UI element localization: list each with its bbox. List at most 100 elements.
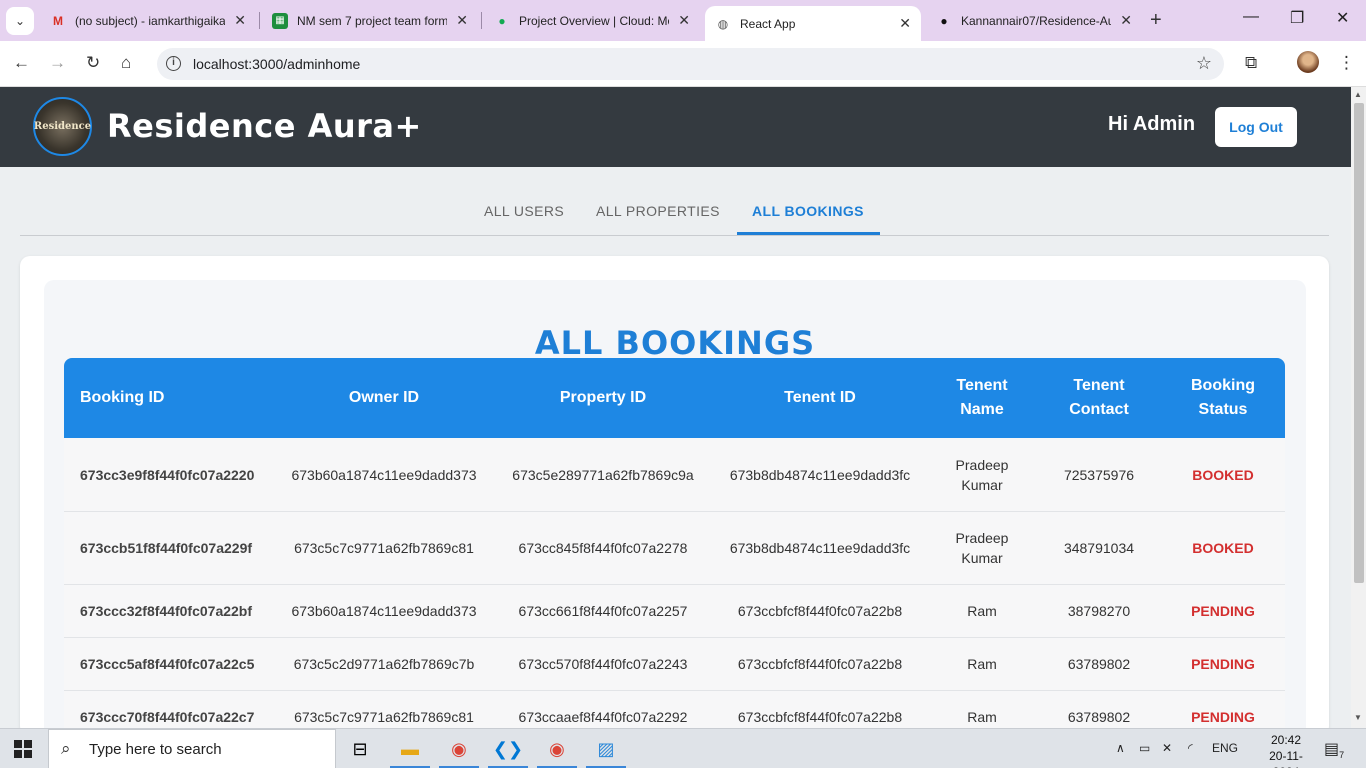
cell-tenent-id: 673ccbfcf8f44f0fc07a22b8 bbox=[737, 656, 903, 672]
cell-owner-id: 673b60a1874c11ee9dadd373 bbox=[291, 603, 477, 619]
table-row: 673ccc32f8f44f0fc07a22bf 673b60a1874c11e… bbox=[64, 585, 1285, 638]
tray-chevron-icon[interactable]: ∧ bbox=[1116, 741, 1125, 755]
cell-tenent-contact: 348791034 bbox=[1063, 540, 1135, 556]
cell-property-id: 673c5e289771a62fb7869c9a bbox=[512, 466, 694, 483]
cell-booking-id: 673ccc32f8f44f0fc07a22bf bbox=[80, 603, 253, 619]
forward-arrow-icon[interactable]: → bbox=[49, 53, 66, 73]
windows-start-icon[interactable] bbox=[14, 740, 32, 758]
task-view-icon[interactable]: ⊟ bbox=[346, 735, 374, 763]
tab-divider bbox=[481, 12, 482, 29]
search-icon: ⌕ bbox=[61, 739, 71, 758]
volume-mute-icon[interactable]: ✕ bbox=[1162, 741, 1172, 755]
menu-kebab-icon[interactable]: ⋮ bbox=[1338, 53, 1355, 73]
address-bar[interactable]: i localhost:3000/adminhome ☆ bbox=[157, 48, 1224, 80]
search-placeholder: Type here to search bbox=[89, 741, 222, 758]
notification-count: 7 bbox=[1339, 750, 1345, 761]
language-indicator[interactable]: ENG bbox=[1212, 741, 1238, 755]
tab-all-properties[interactable]: ALL PROPERTIES bbox=[596, 203, 720, 219]
home-icon[interactable]: ⌂ bbox=[121, 53, 131, 73]
wifi-icon[interactable]: ◜ bbox=[1188, 741, 1193, 755]
scroll-down-icon[interactable]: ▼ bbox=[1354, 713, 1362, 722]
column-header-owner-id: Owner ID bbox=[348, 389, 420, 406]
restore-icon[interactable]: ❐ bbox=[1290, 8, 1304, 28]
close-tab-icon[interactable]: ✕ bbox=[678, 12, 690, 29]
close-tab-icon[interactable]: ✕ bbox=[899, 15, 911, 32]
gmail-icon: M bbox=[53, 13, 63, 28]
page-scrollbar[interactable]: ▲ ▼ bbox=[1351, 87, 1366, 728]
close-tab-icon[interactable]: ✕ bbox=[234, 12, 246, 29]
tab-title: Project Overview | Cloud: Mo bbox=[519, 13, 669, 28]
back-arrow-icon[interactable]: ← bbox=[13, 53, 30, 73]
logo-text: Residence bbox=[33, 121, 92, 132]
sheets-icon: ▦ bbox=[272, 12, 288, 29]
tab-all-users[interactable]: ALL USERS bbox=[484, 203, 564, 219]
taskbar-search-box[interactable]: ⌕ Type here to search bbox=[48, 729, 336, 768]
clock-date: 20-11-2024 bbox=[1269, 749, 1303, 768]
file-explorer-icon[interactable]: ▬ bbox=[390, 735, 430, 768]
active-tab-indicator bbox=[737, 232, 880, 235]
cell-owner-id: 673c5c7c9771a62fb7869c81 bbox=[294, 540, 474, 556]
bookings-panel: ALL BOOKINGS Booking ID Owner ID Propert… bbox=[44, 280, 1306, 750]
url-text[interactable]: localhost:3000/adminhome bbox=[193, 56, 360, 72]
browser-tab-gmail[interactable]: M (no subject) - iamkarthigaika ✕ bbox=[40, 6, 256, 35]
column-header-tenent-name: Tenent Name bbox=[956, 377, 1008, 418]
close-tab-icon[interactable]: ✕ bbox=[456, 12, 468, 29]
table-row: 673ccb51f8f44f0fc07a229f 673c5c7c9771a62… bbox=[64, 512, 1285, 585]
cell-owner-id: 673c5c2d9771a62fb7869c7b bbox=[293, 656, 475, 672]
cell-booking-id: 673cc3e9f8f44f0fc07a2220 bbox=[80, 466, 255, 483]
browser-tab-sheets[interactable]: ▦ NM sem 7 project team form ✕ bbox=[262, 6, 478, 35]
column-header-booking-status: Booking Status bbox=[1191, 377, 1255, 418]
close-tab-icon[interactable]: ✕ bbox=[1120, 12, 1132, 29]
tab-title: React App bbox=[740, 16, 796, 31]
cell-property-id: 673cc845f8f44f0fc07a2278 bbox=[518, 540, 688, 556]
profile-avatar[interactable] bbox=[1297, 51, 1319, 73]
close-window-icon[interactable]: ✕ bbox=[1336, 8, 1349, 28]
cell-tenent-id: 673b8db4874c11ee9dadd3fc bbox=[729, 540, 911, 556]
logout-button[interactable]: Log Out bbox=[1215, 107, 1297, 147]
cell-tenent-id: 673b8db4874c11ee9dadd3fc bbox=[729, 466, 911, 483]
extensions-icon[interactable]: ⧉ bbox=[1245, 53, 1257, 73]
globe-icon: ◍ bbox=[717, 16, 729, 31]
bookings-table: Booking ID Owner ID Property ID Tenent I… bbox=[64, 358, 1285, 744]
chrome-profile-icon[interactable]: ◉ bbox=[537, 735, 577, 768]
status-badge: PENDING bbox=[1191, 656, 1255, 672]
site-info-icon[interactable]: i bbox=[166, 56, 181, 71]
vscode-icon[interactable]: ❮❯ bbox=[488, 735, 528, 768]
browser-tab-mongodb[interactable]: ● Project Overview | Cloud: Mo ✕ bbox=[484, 6, 700, 35]
tab-all-bookings[interactable]: ALL BOOKINGS bbox=[752, 203, 864, 219]
photos-icon[interactable]: ▨ bbox=[586, 735, 626, 768]
column-header-property-id: Property ID bbox=[559, 389, 647, 406]
browser-tab-react-app[interactable]: ◍ React App ✕ bbox=[705, 6, 921, 41]
tab-search-button[interactable]: ⌄ bbox=[6, 7, 34, 35]
cell-tenent-name: Ram bbox=[967, 656, 997, 672]
cell-tenent-name: Pradeep Kumar bbox=[955, 456, 1009, 493]
cell-tenent-contact: 38798270 bbox=[1067, 603, 1131, 619]
cell-tenent-id: 673ccbfcf8f44f0fc07a22b8 bbox=[737, 603, 903, 619]
reload-icon[interactable]: ↻ bbox=[86, 53, 100, 73]
notification-center-icon[interactable]: ▤7 bbox=[1324, 739, 1344, 760]
status-badge: BOOKED bbox=[1192, 466, 1254, 483]
windows-taskbar: ⌕ Type here to search ⊟ ▬ ◉ ❮❯ ◉ ▨ ∧ ▭ ✕… bbox=[0, 728, 1366, 768]
new-tab-button[interactable]: + bbox=[1150, 9, 1162, 32]
column-header-booking-id: Booking ID bbox=[80, 389, 165, 406]
cell-booking-id: 673ccc5af8f44f0fc07a22c5 bbox=[80, 656, 255, 672]
table-row: 673cc3e9f8f44f0fc07a2220 673b60a1874c11e… bbox=[64, 438, 1285, 512]
chrome-icon[interactable]: ◉ bbox=[439, 735, 479, 768]
column-header-tenent-id: Tenent ID bbox=[784, 389, 856, 406]
cell-owner-id: 673b60a1874c11ee9dadd373 bbox=[291, 466, 477, 483]
scrollbar-thumb[interactable] bbox=[1354, 103, 1364, 583]
bookmark-star-icon[interactable]: ☆ bbox=[1196, 53, 1212, 74]
tab-divider bbox=[259, 12, 260, 29]
browser-tab-github[interactable]: ● Kannannair07/Residence-Au ✕ bbox=[926, 6, 1142, 35]
browser-tab-bar: ⌄ M (no subject) - iamkarthigaika ✕ ▦ NM… bbox=[0, 0, 1366, 41]
brand-name: Residence Aura+ bbox=[107, 107, 422, 145]
mongodb-icon: ● bbox=[498, 13, 506, 28]
battery-icon[interactable]: ▭ bbox=[1139, 741, 1150, 755]
scroll-up-icon[interactable]: ▲ bbox=[1354, 90, 1362, 99]
status-badge: BOOKED bbox=[1192, 540, 1254, 556]
tab-title: (no subject) - iamkarthigaika bbox=[75, 13, 225, 28]
minimize-icon[interactable]: — bbox=[1243, 8, 1259, 26]
system-clock[interactable]: 20:42 20-11-2024 bbox=[1256, 732, 1316, 768]
table-header: Booking ID Owner ID Property ID Tenent I… bbox=[64, 358, 1285, 438]
cell-property-id: 673cc570f8f44f0fc07a2243 bbox=[518, 656, 688, 672]
